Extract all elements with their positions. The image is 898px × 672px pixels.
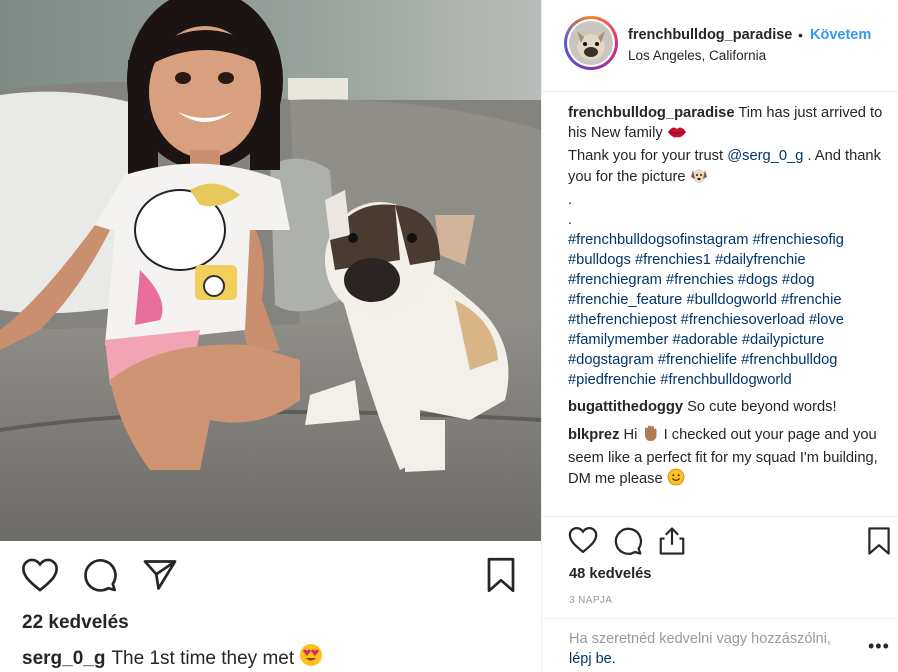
feed-caption-text: The 1st time they met bbox=[111, 648, 295, 669]
login-prompt: Ha szeretnéd kedvelni vagy hozzászólni, … bbox=[569, 629, 859, 669]
comment-text-1: Hi bbox=[623, 427, 638, 443]
header-separator: • bbox=[798, 27, 803, 43]
bookmark-icon[interactable] bbox=[486, 557, 516, 598]
post-likes-count[interactable]: 48 kedvelés bbox=[569, 566, 651, 582]
feed-likes-count[interactable]: 22 kedvelés bbox=[22, 612, 129, 634]
post-location[interactable]: Los Angeles, California bbox=[628, 48, 766, 63]
dog-face-emoji-icon bbox=[690, 166, 708, 190]
feed-post-left: 22 kedvelés serg_0_g The 1st time they me… bbox=[0, 0, 541, 672]
post-panel: frenchbulldog_paradise • Követem Los Ang… bbox=[541, 0, 898, 672]
heart-icon[interactable] bbox=[568, 526, 598, 559]
avatar[interactable] bbox=[564, 16, 618, 70]
comment-icon[interactable] bbox=[613, 526, 643, 561]
post-caption: frenchbulldog_paradise Tim has just arri… bbox=[568, 103, 886, 390]
caption-dot-2: . bbox=[568, 212, 573, 228]
more-options-icon[interactable]: ••• bbox=[868, 636, 890, 657]
caption-username[interactable]: frenchbulldog_paradise bbox=[568, 105, 735, 121]
caption-text-2: Thank you for your trust bbox=[568, 148, 724, 164]
caption-mention[interactable]: @serg_0_g bbox=[727, 148, 803, 164]
upload-share-icon[interactable] bbox=[657, 526, 687, 561]
comment-text: So cute beyond words! bbox=[687, 399, 837, 415]
share-icon[interactable] bbox=[142, 557, 178, 598]
header-username[interactable]: frenchbulldog_paradise bbox=[628, 27, 792, 43]
caption-dot-1: . bbox=[568, 192, 573, 208]
heart-eyes-emoji-icon bbox=[299, 643, 323, 672]
login-link[interactable]: lépj be. bbox=[569, 651, 616, 667]
comment-item: bugattithedoggy So cute beyond words! bbox=[568, 397, 886, 417]
comments-list: frenchbulldog_paradise Tim has just arri… bbox=[568, 103, 886, 499]
caption-hashtags[interactable]: #frenchbulldogsofinstagram #frenchiesofi… bbox=[568, 232, 844, 388]
comment-username[interactable]: blkprez bbox=[568, 427, 619, 443]
comment-item: blkprez Hi I checked out your page and y… bbox=[568, 424, 886, 492]
photo-illustration bbox=[0, 0, 541, 541]
feed-caption-user[interactable]: serg_0_g bbox=[22, 648, 105, 669]
lips-emoji-icon bbox=[667, 124, 687, 146]
post-photo[interactable] bbox=[0, 0, 541, 541]
feed-caption: serg_0_g The 1st time they met bbox=[22, 643, 323, 672]
bookmark-icon[interactable] bbox=[867, 526, 891, 561]
bulldog-avatar-icon bbox=[569, 21, 613, 65]
post-header: frenchbulldog_paradise • Követem Los Ang… bbox=[542, 0, 898, 92]
post-timestamp[interactable]: 3 NAPJA bbox=[569, 595, 612, 606]
waving-hand-emoji-icon bbox=[641, 424, 659, 448]
follow-button[interactable]: Követem bbox=[810, 27, 871, 43]
comment-username[interactable]: bugattithedoggy bbox=[568, 399, 683, 415]
comment-icon[interactable] bbox=[82, 557, 118, 598]
login-prompt-text: Ha szeretnéd kedvelni vagy hozzászólni, bbox=[569, 631, 831, 647]
smiley-emoji-icon bbox=[667, 468, 685, 492]
heart-icon[interactable] bbox=[21, 557, 59, 598]
